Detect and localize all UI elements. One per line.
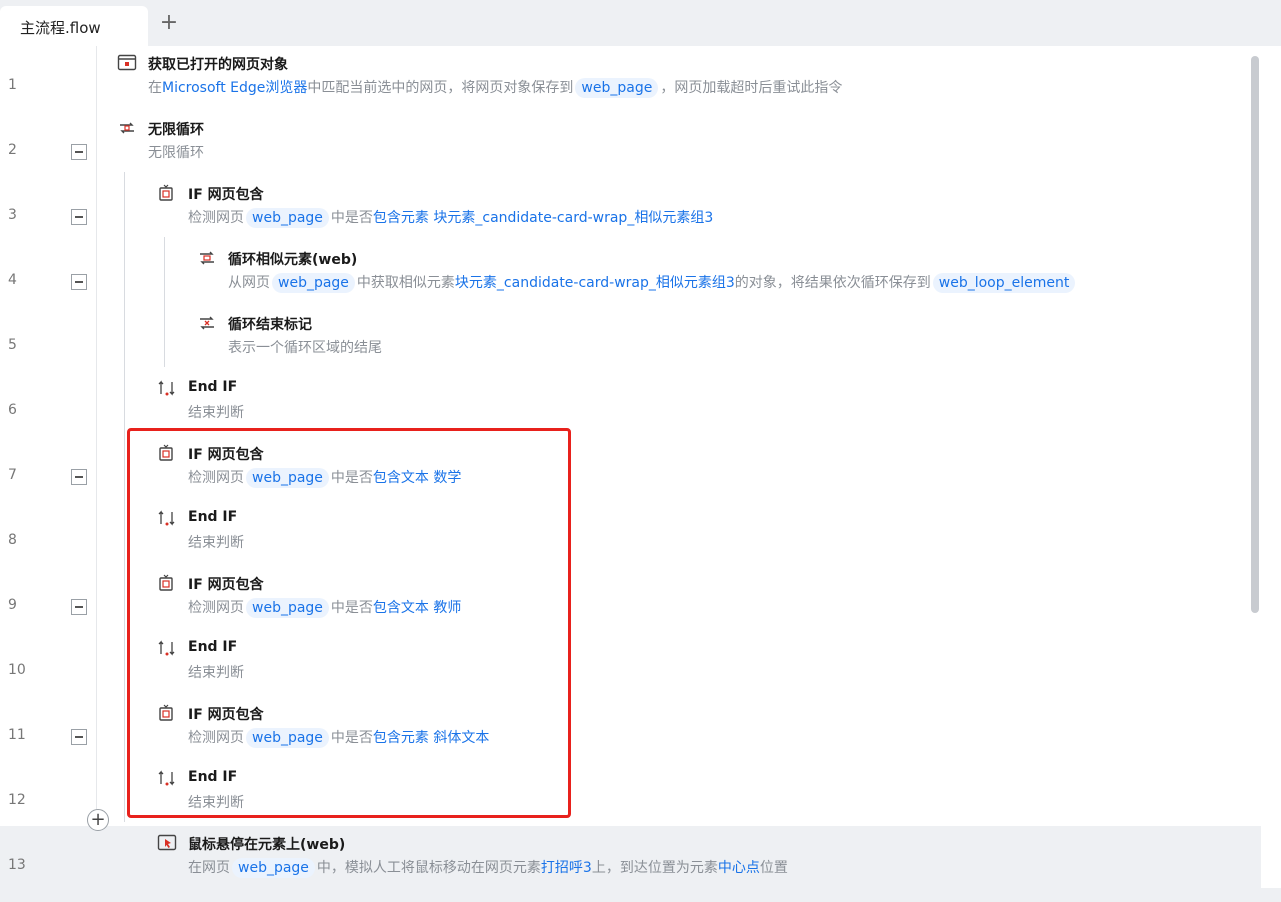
line-number: 2 [8,142,17,158]
step-description: 表示一个循环区域的结尾 [228,338,382,358]
browser-page-icon [117,54,137,72]
tab-bar: 主流程.flow + [0,0,1281,46]
step-description: 在网页 web_page 中，模拟人工将鼠标移动在网页元素打招呼3上，到达位置为元素… [188,858,788,878]
step-description-text: 中匹配当前选中的网页，将网页对象保存到 [307,80,574,96]
step-param-link[interactable]: 中心点 [718,860,760,876]
step-description: 在Microsoft Edge浏览器中匹配当前选中的网页，将网页对象保存到 web… [148,78,842,98]
add-step-button[interactable]: + [87,809,109,831]
step-title: 无限循环 [148,122,204,138]
line-number: 5 [8,337,17,353]
step-description-text: 中是否 [330,210,373,226]
indent-guide-if [164,237,165,367]
highlight-box [127,428,571,818]
infinite-loop-icon [117,119,137,137]
step-description-text: 中获取相似元素 [356,275,455,291]
step-description: 结束判断 [188,403,244,423]
flow-step[interactable] [0,306,1261,371]
add-tab-button[interactable]: + [158,12,180,34]
step-description-text: 位置 [759,860,788,876]
step-description: 从网页 web_page 中获取相似元素块元素_candidate-card-wra… [228,273,1077,293]
line-number: 10 [8,662,26,678]
step-param-link[interactable]: 块元素_candidate-card-wrap_相似元素组3 [455,275,735,291]
step-description-text: 在网页 [188,860,230,876]
step-param-link[interactable]: 包含元素 块元素_candidate-card-wrap_相似元素组3 [373,210,713,226]
step-description-text: 表示一个循环区域的结尾 [228,340,382,356]
step-description-text: 的对象，将结果依次循环保存到 [734,275,931,291]
step-description-text: 检测网页 [188,210,244,226]
step-description: 无限循环 [148,143,204,163]
collapse-toggle[interactable] [71,599,87,615]
step-description-text: 中，模拟人工将鼠标移动在网页元素 [316,860,541,876]
vertical-scrollbar[interactable] [1251,56,1259,613]
step-param-link[interactable]: Microsoft Edge浏览器 [162,80,307,96]
collapse-toggle[interactable] [71,729,87,745]
indent-guide-loop [124,172,125,822]
variable-chip[interactable]: web_page [272,273,355,293]
line-number: 7 [8,467,17,483]
variable-chip[interactable]: web_loop_element [932,273,1076,293]
step-description-text: 无限循环 [148,145,204,161]
line-number: 11 [8,727,26,743]
end-if-icon [157,379,177,397]
line-number: 1 [8,77,17,93]
step-description-text: 上，到达位置为元素 [591,860,718,876]
bottom-bar [0,888,1281,902]
step-title: 循环相似元素(web) [228,252,358,268]
line-number: 12 [8,792,26,808]
step-title: End IF [188,379,238,395]
tab-main-flow[interactable]: 主流程.flow [0,6,148,46]
line-number: 3 [8,207,17,223]
line-number: 13 [8,857,26,873]
loop-end-icon [197,314,217,332]
line-number: 6 [8,402,17,418]
variable-chip[interactable]: web_page [575,78,659,98]
collapse-toggle[interactable] [71,469,87,485]
step-title: IF 网页包含 [188,187,264,203]
line-number: 8 [8,532,17,548]
step-description-text: ，网页加载超时后重试此指令 [660,80,843,96]
step-description-text: 在 [148,80,162,96]
variable-chip[interactable]: web_page [246,208,329,228]
step-description-text: 结束判断 [188,405,244,421]
step-param-link[interactable]: 打招呼3 [541,860,592,876]
collapse-toggle[interactable] [71,144,87,160]
step-title: 循环结束标记 [228,317,312,333]
loop-similar-elements-icon [197,249,217,267]
if-page-contains-icon [157,184,177,202]
right-strip [1261,46,1281,888]
collapse-toggle[interactable] [71,274,87,290]
collapse-toggle[interactable] [71,209,87,225]
mouse-hover-icon [157,834,177,852]
step-description-text: 从网页 [228,275,270,291]
step-description: 检测网页 web_page 中是否包含元素 块元素_candidate-card-w… [188,208,713,228]
tab-label: 主流程.flow [20,19,101,37]
step-title: 获取已打开的网页对象 [148,57,288,73]
line-number: 4 [8,272,17,288]
step-title: 鼠标悬停在元素上(web) [188,837,346,853]
line-number: 9 [8,597,17,613]
variable-chip[interactable]: web_page [232,858,315,878]
